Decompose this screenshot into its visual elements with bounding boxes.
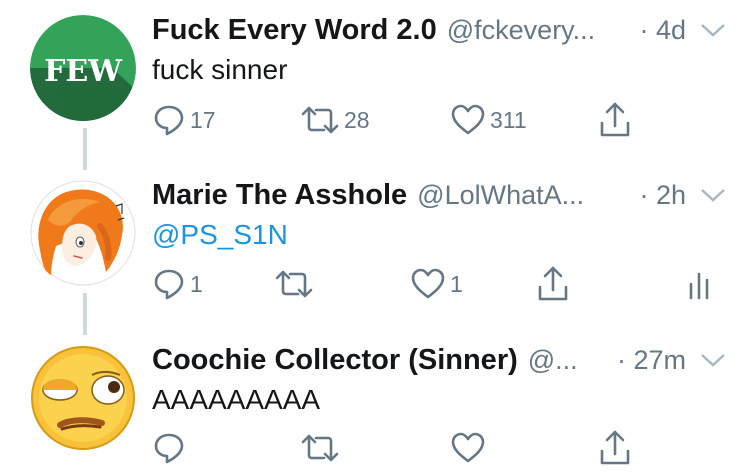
reply-button[interactable] xyxy=(152,428,190,468)
like-count: 311 xyxy=(490,106,527,133)
retweet-icon xyxy=(301,434,339,462)
share-icon xyxy=(600,430,630,465)
chevron-down-icon[interactable] xyxy=(700,351,726,369)
analytics-button[interactable] xyxy=(688,264,712,304)
retweet-icon xyxy=(301,106,339,134)
chevron-down-icon[interactable] xyxy=(700,186,726,204)
retweet-button[interactable]: 28 xyxy=(300,100,370,140)
tweet-text: AAAAAAAAA xyxy=(152,384,321,415)
display-name[interactable]: Coochie Collector (Sinner) xyxy=(152,344,518,377)
like-button[interactable]: 1 xyxy=(410,264,463,304)
username-handle[interactable]: @LolWhatA... xyxy=(417,180,584,211)
retweet-button[interactable] xyxy=(274,264,318,304)
share-button[interactable] xyxy=(598,100,632,140)
like-button[interactable] xyxy=(450,428,490,468)
like-button[interactable]: 311 xyxy=(450,100,527,140)
retweet-button[interactable] xyxy=(300,428,344,468)
share-button[interactable] xyxy=(536,264,570,304)
timestamp[interactable]: · 4d xyxy=(639,15,686,46)
reply-button[interactable]: 1 xyxy=(152,264,203,304)
heart-icon xyxy=(411,268,445,299)
reply-button[interactable]: 17 xyxy=(152,100,216,140)
chevron-down-icon[interactable] xyxy=(700,21,726,39)
retweet-count: 28 xyxy=(344,106,370,133)
like-count: 1 xyxy=(450,270,463,297)
retweet-icon xyxy=(275,270,313,298)
reply-icon xyxy=(154,269,184,300)
avatar-logo-text: FEW xyxy=(44,54,123,89)
display-name[interactable]: Fuck Every Word 2.0 xyxy=(152,14,437,47)
tweet-text: fuck sinner xyxy=(152,54,288,85)
timestamp[interactable]: · 27m xyxy=(617,345,686,376)
reply-icon xyxy=(154,433,184,464)
reply-count: 17 xyxy=(190,106,216,133)
username-handle[interactable]: @fckevery... xyxy=(447,15,595,46)
timestamp[interactable]: · 2h xyxy=(639,180,686,211)
reply-count: 1 xyxy=(190,270,203,297)
analytics-icon xyxy=(689,272,709,300)
heart-icon xyxy=(451,432,485,463)
mention-link[interactable]: @PS_S1N xyxy=(152,219,288,251)
heart-icon xyxy=(451,104,485,135)
display-name[interactable]: Marie The Asshole xyxy=(152,179,407,212)
username-handle[interactable]: @... xyxy=(528,345,578,376)
share-icon xyxy=(538,266,568,301)
share-icon xyxy=(600,102,630,137)
reply-icon xyxy=(154,105,184,136)
share-button[interactable] xyxy=(598,428,632,468)
